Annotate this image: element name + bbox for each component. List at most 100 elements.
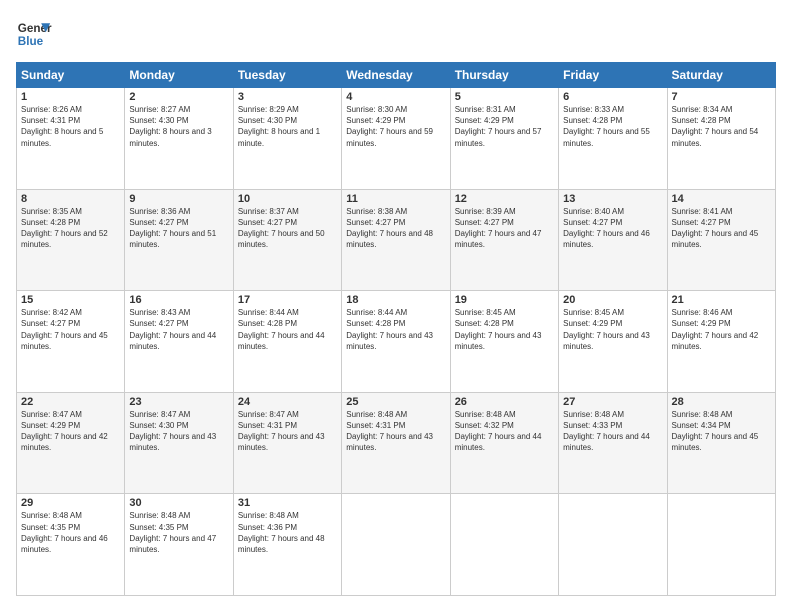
cell-details: Sunrise: 8:46 AMSunset: 4:29 PMDaylight:… [672,307,771,352]
day-number: 8 [21,193,120,205]
week-row-2: 8 Sunrise: 8:35 AMSunset: 4:28 PMDayligh… [17,189,776,291]
day-number: 4 [346,91,445,103]
cell-details: Sunrise: 8:44 AMSunset: 4:28 PMDaylight:… [346,307,445,352]
day-number: 27 [563,396,662,408]
day-number: 19 [455,294,554,306]
calendar-cell: 20 Sunrise: 8:45 AMSunset: 4:29 PMDaylig… [559,291,667,393]
cell-details: Sunrise: 8:35 AMSunset: 4:28 PMDaylight:… [21,206,120,251]
cell-details: Sunrise: 8:43 AMSunset: 4:27 PMDaylight:… [129,307,228,352]
day-number: 20 [563,294,662,306]
calendar-cell: 11 Sunrise: 8:38 AMSunset: 4:27 PMDaylig… [342,189,450,291]
cell-details: Sunrise: 8:45 AMSunset: 4:28 PMDaylight:… [455,307,554,352]
day-number: 13 [563,193,662,205]
calendar-table: SundayMondayTuesdayWednesdayThursdayFrid… [16,62,776,596]
cell-details: Sunrise: 8:27 AMSunset: 4:30 PMDaylight:… [129,104,228,149]
week-row-3: 15 Sunrise: 8:42 AMSunset: 4:27 PMDaylig… [17,291,776,393]
calendar-cell: 1 Sunrise: 8:26 AMSunset: 4:31 PMDayligh… [17,88,125,190]
cell-details: Sunrise: 8:47 AMSunset: 4:31 PMDaylight:… [238,409,337,454]
calendar-cell: 21 Sunrise: 8:46 AMSunset: 4:29 PMDaylig… [667,291,775,393]
calendar-cell: 18 Sunrise: 8:44 AMSunset: 4:28 PMDaylig… [342,291,450,393]
calendar-cell: 9 Sunrise: 8:36 AMSunset: 4:27 PMDayligh… [125,189,233,291]
calendar-cell: 23 Sunrise: 8:47 AMSunset: 4:30 PMDaylig… [125,392,233,494]
cell-details: Sunrise: 8:37 AMSunset: 4:27 PMDaylight:… [238,206,337,251]
calendar-cell: 4 Sunrise: 8:30 AMSunset: 4:29 PMDayligh… [342,88,450,190]
cell-details: Sunrise: 8:31 AMSunset: 4:29 PMDaylight:… [455,104,554,149]
day-number: 26 [455,396,554,408]
calendar-header-row: SundayMondayTuesdayWednesdayThursdayFrid… [17,63,776,88]
cell-details: Sunrise: 8:48 AMSunset: 4:32 PMDaylight:… [455,409,554,454]
cell-details: Sunrise: 8:26 AMSunset: 4:31 PMDaylight:… [21,104,120,149]
page: General Blue SundayMondayTuesdayWednesda… [0,0,792,612]
calendar-cell: 30 Sunrise: 8:48 AMSunset: 4:35 PMDaylig… [125,494,233,596]
calendar-cell: 15 Sunrise: 8:42 AMSunset: 4:27 PMDaylig… [17,291,125,393]
calendar-cell: 5 Sunrise: 8:31 AMSunset: 4:29 PMDayligh… [450,88,558,190]
col-header-monday: Monday [125,63,233,88]
cell-details: Sunrise: 8:36 AMSunset: 4:27 PMDaylight:… [129,206,228,251]
calendar-cell: 29 Sunrise: 8:48 AMSunset: 4:35 PMDaylig… [17,494,125,596]
day-number: 31 [238,497,337,509]
cell-details: Sunrise: 8:48 AMSunset: 4:36 PMDaylight:… [238,510,337,555]
cell-details: Sunrise: 8:45 AMSunset: 4:29 PMDaylight:… [563,307,662,352]
logo-icon: General Blue [16,16,52,52]
cell-details: Sunrise: 8:48 AMSunset: 4:33 PMDaylight:… [563,409,662,454]
calendar-cell: 3 Sunrise: 8:29 AMSunset: 4:30 PMDayligh… [233,88,341,190]
cell-details: Sunrise: 8:48 AMSunset: 4:35 PMDaylight:… [129,510,228,555]
cell-details: Sunrise: 8:48 AMSunset: 4:34 PMDaylight:… [672,409,771,454]
calendar-cell: 27 Sunrise: 8:48 AMSunset: 4:33 PMDaylig… [559,392,667,494]
day-number: 21 [672,294,771,306]
calendar-cell: 7 Sunrise: 8:34 AMSunset: 4:28 PMDayligh… [667,88,775,190]
calendar-cell [559,494,667,596]
cell-details: Sunrise: 8:44 AMSunset: 4:28 PMDaylight:… [238,307,337,352]
day-number: 18 [346,294,445,306]
svg-text:Blue: Blue [18,35,44,48]
day-number: 10 [238,193,337,205]
cell-details: Sunrise: 8:47 AMSunset: 4:29 PMDaylight:… [21,409,120,454]
calendar-cell: 24 Sunrise: 8:47 AMSunset: 4:31 PMDaylig… [233,392,341,494]
calendar-cell: 2 Sunrise: 8:27 AMSunset: 4:30 PMDayligh… [125,88,233,190]
cell-details: Sunrise: 8:33 AMSunset: 4:28 PMDaylight:… [563,104,662,149]
day-number: 16 [129,294,228,306]
calendar-cell: 6 Sunrise: 8:33 AMSunset: 4:28 PMDayligh… [559,88,667,190]
day-number: 17 [238,294,337,306]
day-number: 11 [346,193,445,205]
logo: General Blue [16,16,52,52]
day-number: 3 [238,91,337,103]
day-number: 2 [129,91,228,103]
calendar-cell [342,494,450,596]
calendar-cell: 10 Sunrise: 8:37 AMSunset: 4:27 PMDaylig… [233,189,341,291]
calendar-cell: 26 Sunrise: 8:48 AMSunset: 4:32 PMDaylig… [450,392,558,494]
day-number: 24 [238,396,337,408]
calendar-cell [450,494,558,596]
cell-details: Sunrise: 8:30 AMSunset: 4:29 PMDaylight:… [346,104,445,149]
col-header-tuesday: Tuesday [233,63,341,88]
cell-details: Sunrise: 8:47 AMSunset: 4:30 PMDaylight:… [129,409,228,454]
calendar-cell: 28 Sunrise: 8:48 AMSunset: 4:34 PMDaylig… [667,392,775,494]
day-number: 25 [346,396,445,408]
calendar-cell: 22 Sunrise: 8:47 AMSunset: 4:29 PMDaylig… [17,392,125,494]
col-header-friday: Friday [559,63,667,88]
day-number: 23 [129,396,228,408]
day-number: 12 [455,193,554,205]
col-header-sunday: Sunday [17,63,125,88]
cell-details: Sunrise: 8:48 AMSunset: 4:31 PMDaylight:… [346,409,445,454]
calendar-cell: 19 Sunrise: 8:45 AMSunset: 4:28 PMDaylig… [450,291,558,393]
day-number: 5 [455,91,554,103]
calendar-cell: 13 Sunrise: 8:40 AMSunset: 4:27 PMDaylig… [559,189,667,291]
day-number: 29 [21,497,120,509]
day-number: 14 [672,193,771,205]
week-row-1: 1 Sunrise: 8:26 AMSunset: 4:31 PMDayligh… [17,88,776,190]
col-header-saturday: Saturday [667,63,775,88]
calendar-cell: 17 Sunrise: 8:44 AMSunset: 4:28 PMDaylig… [233,291,341,393]
cell-details: Sunrise: 8:42 AMSunset: 4:27 PMDaylight:… [21,307,120,352]
cell-details: Sunrise: 8:29 AMSunset: 4:30 PMDaylight:… [238,104,337,149]
day-number: 28 [672,396,771,408]
day-number: 30 [129,497,228,509]
calendar-body: 1 Sunrise: 8:26 AMSunset: 4:31 PMDayligh… [17,88,776,596]
cell-details: Sunrise: 8:40 AMSunset: 4:27 PMDaylight:… [563,206,662,251]
cell-details: Sunrise: 8:34 AMSunset: 4:28 PMDaylight:… [672,104,771,149]
calendar-cell: 31 Sunrise: 8:48 AMSunset: 4:36 PMDaylig… [233,494,341,596]
calendar-cell: 14 Sunrise: 8:41 AMSunset: 4:27 PMDaylig… [667,189,775,291]
day-number: 7 [672,91,771,103]
day-number: 6 [563,91,662,103]
day-number: 9 [129,193,228,205]
